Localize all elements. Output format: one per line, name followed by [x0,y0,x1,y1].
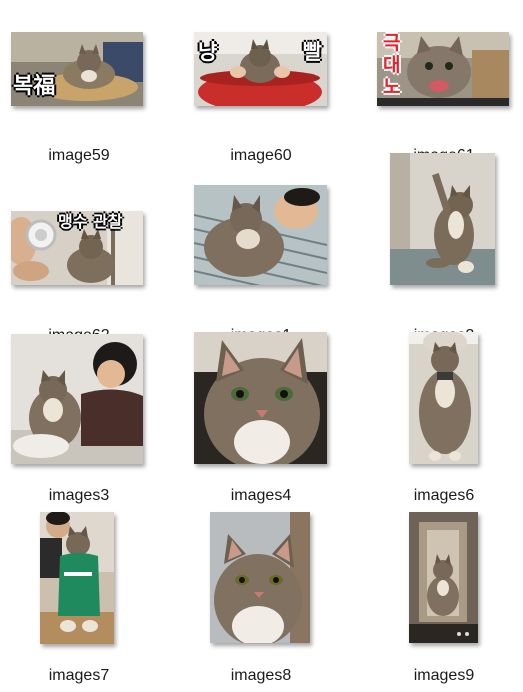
thumbnail-frame [365,332,523,478]
file-tile-image62[interactable]: 맹수 관찰 image62 [0,180,158,352]
file-tile-images9[interactable]: images9 [365,512,523,692]
file-name-label: images4 [230,487,292,504]
thumbnail-frame [182,512,340,658]
file-name-label: images9 [413,667,475,684]
image-thumbnail[interactable] [210,512,310,643]
thumbnail-frame [0,512,158,658]
cat-photo-icon [409,512,478,643]
thumbnail-frame [365,153,523,318]
image-thumbnail[interactable] [409,332,478,464]
thumbnail-caption-line1: 극 [383,32,401,54]
file-name-label: image60 [230,147,292,164]
image-thumbnail[interactable] [194,185,327,285]
image-thumbnail[interactable]: 냥 빨 [194,32,327,106]
image-thumbnail[interactable] [11,334,143,464]
cat-photo-icon [11,334,143,464]
file-tile-images7[interactable]: images7 [0,512,158,692]
cat-photo-icon [194,185,327,285]
file-tile-images1[interactable]: images1 [182,180,340,352]
file-grid: 복福 image59 냥 빨 image60 극 대 노 맹수 관찰 image… [0,0,523,684]
file-tile-image59[interactable]: 복福 image59 [0,0,158,172]
image-thumbnail[interactable] [194,332,327,464]
thumbnail-caption: 맹수 관찰 [58,212,123,231]
thumbnail-frame [182,180,340,318]
file-name-label: images7 [48,667,110,684]
image-thumbnail[interactable] [40,512,114,644]
thumbnail-caption-line3: 노 [383,76,401,98]
file-tile-images6[interactable]: images6 [365,332,523,512]
file-tile-images2[interactable]: images2 [365,153,523,352]
image-thumbnail[interactable]: 극 대 노 [377,32,509,106]
thumbnail-frame: 극 대 노 [365,0,523,138]
thumbnail-caption-right: 빨 [302,40,322,64]
thumbnail-caption-left: 냥 [198,40,218,64]
file-tile-images3[interactable]: images3 [0,334,158,512]
thumbnail-caption: 복福 [13,74,56,99]
file-name-label: images8 [230,667,292,684]
image-thumbnail[interactable] [390,153,495,285]
thumbnail-frame: 복福 [0,0,158,138]
file-tile-image60[interactable]: 냥 빨 image60 [182,0,340,172]
file-tile-image61[interactable]: 극 대 노 image61 [365,0,523,172]
cat-photo-icon [390,153,495,285]
file-tile-images8[interactable]: images8 [182,512,340,692]
thumbnail-frame: 냥 빨 [182,0,340,138]
file-name-label: images3 [48,487,110,504]
image-thumbnail[interactable]: 복福 [11,32,143,106]
thumbnail-frame [0,334,158,478]
cat-photo-icon [210,512,310,643]
thumbnail-caption-line2: 대 [383,54,401,76]
thumbnail-frame: 맹수 관찰 [0,180,158,318]
thumbnail-frame [365,512,523,658]
image-thumbnail[interactable]: 맹수 관찰 [11,211,143,285]
file-name-label: images6 [413,487,475,504]
image-thumbnail[interactable] [409,512,478,643]
cat-photo-icon [409,332,478,464]
file-name-label: image59 [48,147,110,164]
thumbnail-frame [182,332,340,478]
cat-photo-icon [40,512,114,644]
file-tile-images4[interactable]: images4 [182,332,340,512]
cat-photo-icon [194,332,327,464]
